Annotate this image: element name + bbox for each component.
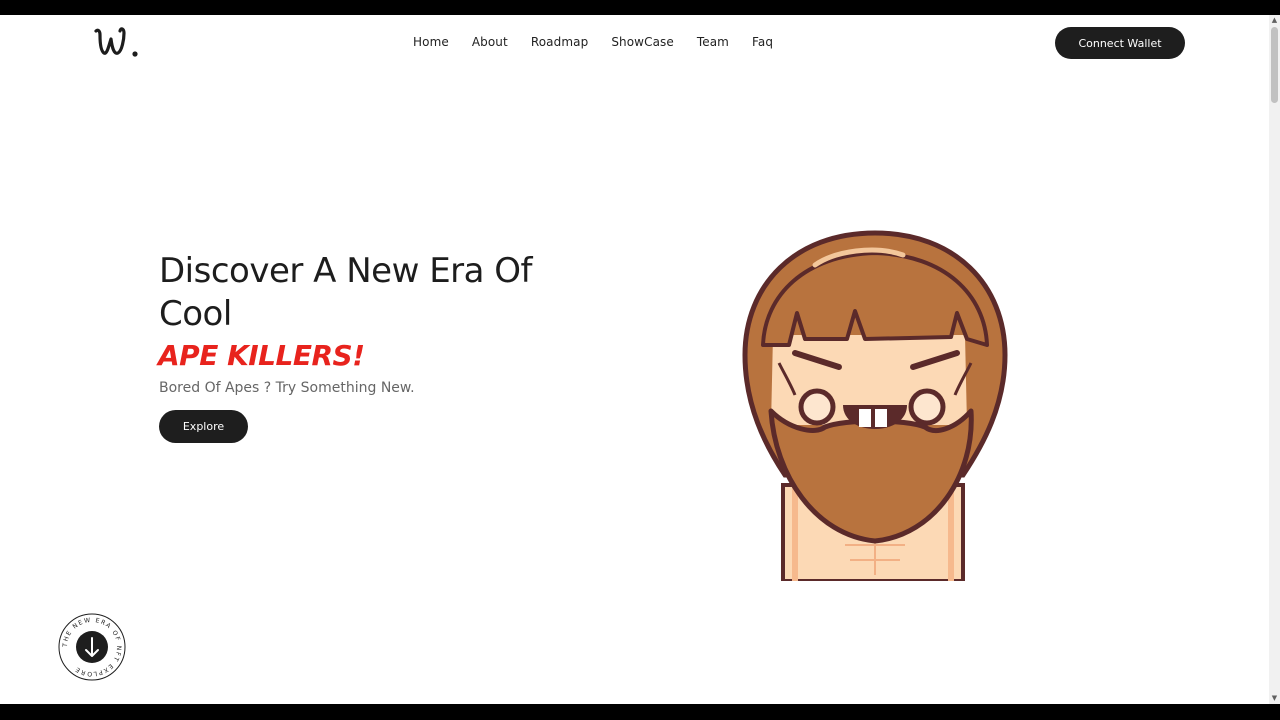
nav-faq[interactable]: Faq <box>752 35 773 51</box>
browser-bottom-bar <box>0 704 1280 720</box>
nav-showcase[interactable]: ShowCase <box>611 35 674 51</box>
browser-top-bar <box>0 0 1280 15</box>
scroll-down-arrow-icon[interactable]: ▼ <box>1269 693 1280 704</box>
explore-button[interactable]: Explore <box>159 410 248 443</box>
main-nav: Home About Roadmap ShowCase Team Faq <box>413 35 796 51</box>
vertical-scrollbar[interactable]: ▲ ▼ <box>1269 15 1280 704</box>
nav-team[interactable]: Team <box>697 35 729 51</box>
explore-badge[interactable]: THE NEW ERA OF NFT EXPLORE <box>57 612 127 682</box>
nav-about[interactable]: About <box>472 35 508 51</box>
hero-accent-text: APE KILLERS! <box>158 339 365 372</box>
connect-wallet-button[interactable]: Connect Wallet <box>1055 27 1185 59</box>
hero-title: Discover A New Era Of Cool <box>159 251 533 334</box>
nav-roadmap[interactable]: Roadmap <box>531 35 588 51</box>
nft-character-illustration <box>742 230 1008 581</box>
scroll-up-arrow-icon[interactable]: ▲ <box>1269 15 1280 26</box>
logo-icon[interactable] <box>94 25 142 61</box>
page-viewport: Home About Roadmap ShowCase Team Faq Con… <box>0 15 1269 704</box>
scroll-thumb[interactable] <box>1271 27 1278 103</box>
hero-subtitle: Bored Of Apes ? Try Something New. <box>159 380 415 396</box>
nav-home[interactable]: Home <box>413 35 449 51</box>
